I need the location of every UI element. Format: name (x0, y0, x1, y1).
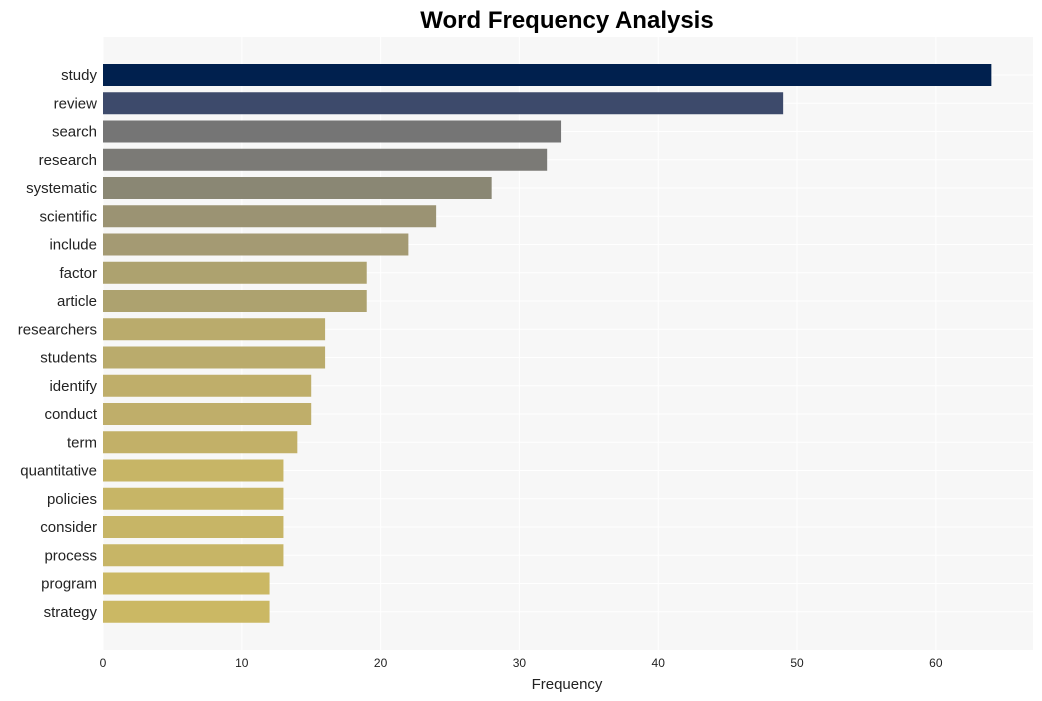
y-tick-label: review (54, 95, 98, 112)
y-tick-label: conduct (44, 406, 97, 423)
y-tick-label: study (61, 67, 97, 84)
y-axis-labels: study review search research systematic scien… (18, 67, 98, 621)
bar-scientific (103, 205, 437, 228)
x-axis-ticks: 0 10 20 30 40 50 60 (100, 656, 943, 670)
y-tick-label: identify (49, 378, 97, 395)
bar-systematic (103, 177, 492, 199)
bar-policies (103, 487, 284, 510)
x-tick-label: 20 (374, 656, 388, 670)
y-tick-label: consider (40, 519, 97, 536)
bar-term (103, 431, 298, 454)
bar-conduct (103, 403, 312, 425)
x-tick-label: 40 (652, 656, 666, 670)
chart-title: Word Frequency Analysis (420, 7, 713, 34)
bar-research (103, 148, 548, 171)
y-tick-label: article (57, 293, 97, 310)
x-tick-label: 0 (100, 656, 107, 670)
word-frequency-chart: study review search research systematic scien… (18, 7, 1033, 693)
x-axis-label: Frequency (532, 676, 603, 693)
bar-include (103, 233, 409, 256)
x-tick-label: 60 (929, 656, 943, 670)
bar-quantitative (103, 459, 284, 482)
y-tick-label: systematic (26, 180, 97, 197)
bar-study (103, 64, 992, 86)
bar-students (103, 346, 326, 369)
y-tick-label: quantitative (20, 463, 97, 480)
y-tick-label: include (49, 237, 97, 254)
y-tick-label: researchers (18, 321, 97, 338)
bar-strategy (103, 600, 270, 623)
bar-search (103, 120, 562, 143)
y-tick-label: research (39, 152, 97, 169)
y-tick-label: program (41, 576, 97, 593)
bar-identify (103, 374, 312, 397)
y-tick-label: search (52, 124, 97, 141)
y-tick-label: policies (47, 491, 97, 508)
x-tick-label: 30 (513, 656, 527, 670)
y-tick-label: term (67, 434, 97, 451)
y-tick-label: strategy (44, 604, 98, 621)
bar-process (103, 544, 284, 567)
y-tick-label: scientific (39, 208, 97, 225)
bar-program (103, 572, 270, 595)
y-tick-label: process (44, 547, 97, 564)
bar-factor (103, 261, 367, 284)
bar-consider (103, 516, 284, 538)
bar-researchers (103, 318, 326, 341)
y-tick-label: factor (59, 265, 97, 282)
y-tick-label: students (40, 350, 97, 367)
x-tick-label: 50 (790, 656, 804, 670)
x-tick-label: 10 (235, 656, 249, 670)
bar-article (103, 290, 367, 312)
bar-review (103, 92, 784, 115)
